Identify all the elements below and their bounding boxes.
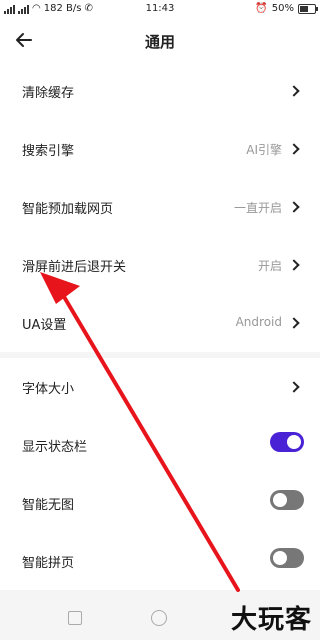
status-right: ⏰ 50% — [255, 3, 318, 14]
setting-smart-page-join: 智能拼页 — [0, 532, 320, 590]
setting-label: 字体大小 — [22, 382, 75, 397]
chevron-right-icon — [288, 259, 300, 271]
setting-label: 智能无图 — [22, 498, 75, 513]
setting-value: 一直开启 — [233, 201, 282, 215]
setting-show-status-bar: 显示状态栏 — [0, 416, 320, 474]
battery-percent: 50% — [271, 3, 294, 14]
system-nav-bar: 大玩客 — [0, 596, 320, 640]
alarm-icon: ⏰ — [255, 3, 268, 14]
setting-font-size[interactable]: 字体大小 — [0, 358, 320, 416]
chevron-right-icon — [288, 85, 300, 97]
header: 通用 — [0, 18, 320, 62]
watermark-logo: 大玩客 — [230, 605, 312, 635]
setting-ua[interactable]: UA设置 Android — [0, 294, 320, 352]
setting-clear-cache[interactable]: 清除缓存 — [0, 62, 320, 120]
setting-label: 滑屏前进后退开关 — [22, 260, 127, 275]
no-image-toggle[interactable] — [270, 490, 304, 510]
setting-value: Android — [235, 315, 282, 329]
toggle-knob — [273, 551, 287, 565]
chevron-right-icon — [288, 143, 300, 155]
setting-label: 清除缓存 — [22, 86, 75, 101]
status-bar-toggle[interactable] — [270, 432, 304, 452]
chevron-right-icon — [288, 381, 300, 393]
setting-smart-no-image: 智能无图 — [0, 474, 320, 532]
setting-value: 开启 — [257, 259, 282, 273]
setting-swipe-nav[interactable]: 滑屏前进后退开关 开启 — [0, 236, 320, 294]
home-icon[interactable] — [151, 610, 167, 626]
setting-search-engine[interactable]: 搜索引擎 AI引擎 — [0, 120, 320, 178]
toggle-knob — [287, 435, 301, 449]
page-join-toggle[interactable] — [270, 548, 304, 568]
recent-apps-icon[interactable] — [68, 611, 82, 625]
setting-label: 智能拼页 — [22, 556, 75, 571]
setting-label: 搜索引擎 — [22, 144, 75, 159]
settings-group-display: 字体大小 显示状态栏 智能无图 智能拼页 — [0, 358, 320, 590]
setting-value: AI引擎 — [246, 143, 282, 157]
setting-label: 显示状态栏 — [22, 440, 88, 455]
setting-label: 智能预加载网页 — [22, 202, 114, 217]
chevron-right-icon — [288, 317, 300, 329]
page-title: 通用 — [144, 33, 175, 51]
setting-label: UA设置 — [22, 318, 67, 333]
battery-icon — [298, 3, 318, 14]
setting-smart-preload[interactable]: 智能预加载网页 一直开启 — [0, 178, 320, 236]
chevron-right-icon — [288, 201, 300, 213]
toggle-knob — [273, 493, 287, 507]
settings-group-general: 清除缓存 搜索引擎 AI引擎 智能预加载网页 一直开启 滑屏前进后退开关 开启 … — [0, 62, 320, 352]
status-bar: ◠ 182 B/s ✆ 11:43 ⏰ 50% — [0, 0, 320, 18]
